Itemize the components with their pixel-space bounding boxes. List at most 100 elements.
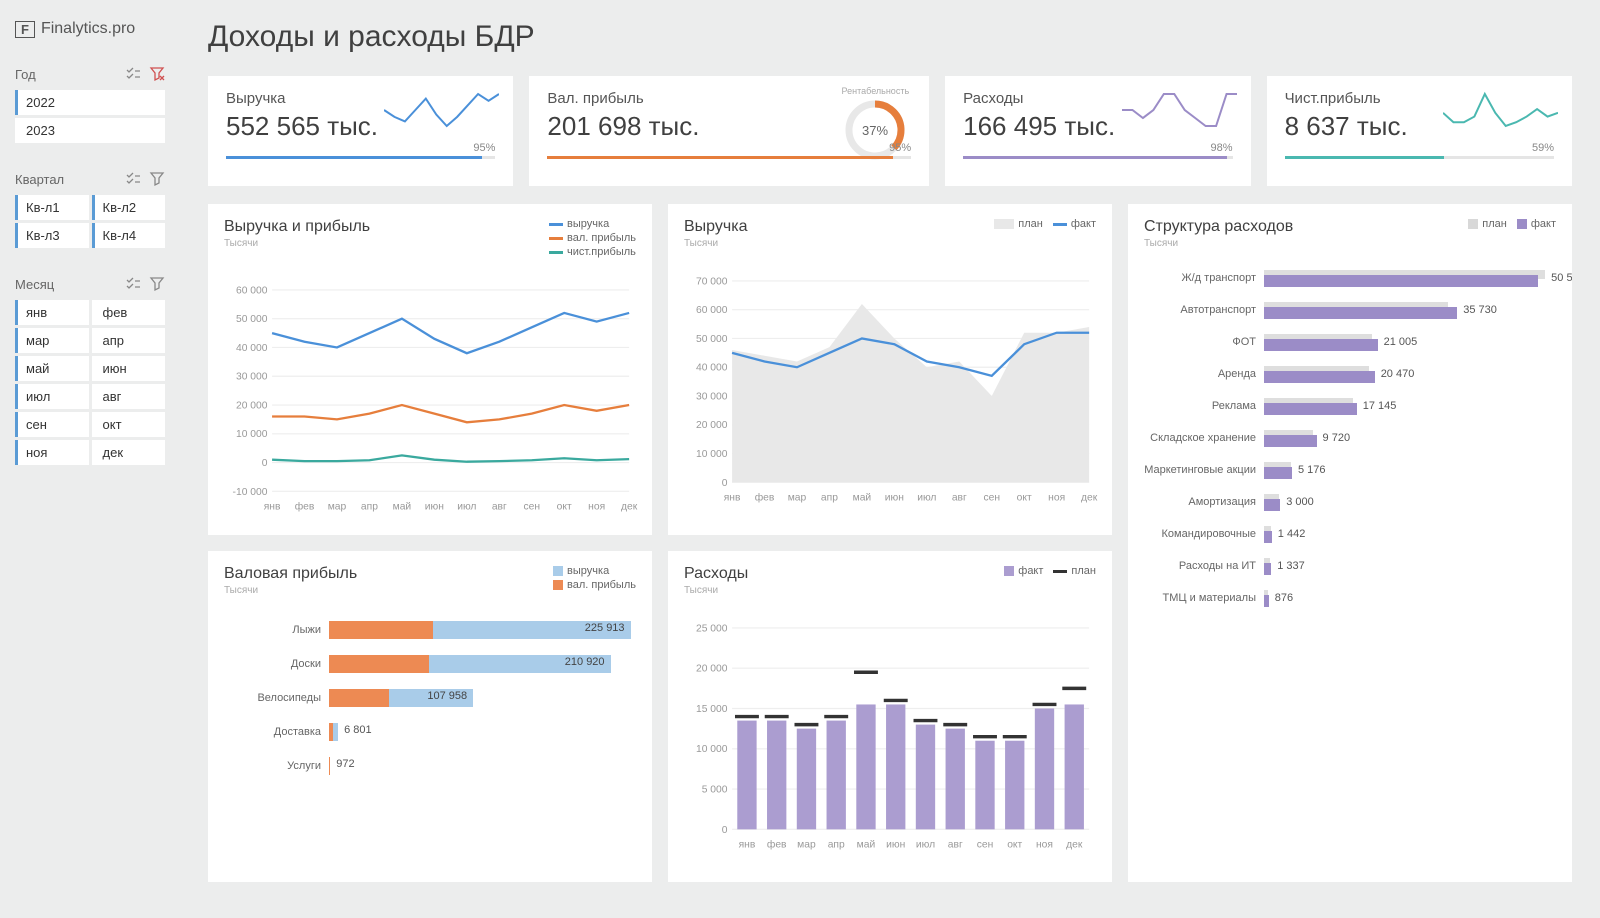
svg-text:янв: янв	[739, 840, 756, 851]
chart-title: Выручка и прибыль	[224, 218, 370, 236]
expense-row: Командировочные 1 442	[1144, 521, 1556, 547]
multiselect-icon[interactable]	[125, 276, 141, 292]
svg-text:40 000: 40 000	[236, 343, 268, 354]
svg-text:40 000: 40 000	[696, 363, 728, 374]
sidebar: F Finalytics.pro Год 20222023 Квартал	[0, 0, 180, 918]
kpi-donut: Рентабельность37%	[842, 86, 910, 167]
filter-item[interactable]: дек	[92, 440, 166, 465]
svg-text:ноя: ноя	[588, 502, 605, 513]
svg-text:5 000: 5 000	[702, 784, 728, 795]
filter-item[interactable]: Кв-л3	[15, 223, 89, 248]
filter-item[interactable]: фев	[92, 300, 166, 325]
svg-text:20 000: 20 000	[696, 420, 728, 431]
brand-icon: F	[15, 21, 35, 38]
svg-text:авг: авг	[492, 502, 507, 513]
svg-text:0: 0	[722, 478, 728, 489]
kpi-progress: 59%	[1285, 156, 1554, 159]
expense-row: Расходы на ИТ 1 337	[1144, 553, 1556, 579]
filter-item[interactable]: 2023	[15, 118, 165, 143]
charts-grid: Выручка и прибыль Тысячи выручкавал. прибы…	[208, 204, 1572, 882]
chart-title: Валовая прибыль	[224, 565, 357, 583]
filter-item[interactable]: апр	[92, 328, 166, 353]
filter-item[interactable]: Кв-л2	[92, 195, 166, 220]
svg-text:ноя: ноя	[1036, 840, 1053, 851]
filter-item[interactable]: окт	[92, 412, 166, 437]
filter-item[interactable]: мар	[15, 328, 89, 353]
main: Доходы и расходы БДР Выручка 552 565 тыс…	[180, 0, 1600, 918]
filter-item[interactable]: авг	[92, 384, 166, 409]
page-title: Доходы и расходы БДР	[208, 20, 1572, 54]
svg-text:сен: сен	[983, 493, 1000, 504]
svg-text:60 000: 60 000	[696, 305, 728, 316]
svg-text:70 000: 70 000	[696, 276, 728, 287]
chart-subtitle: Тысячи	[224, 238, 370, 249]
svg-text:мар: мар	[328, 502, 347, 513]
svg-text:окт: окт	[1017, 493, 1032, 504]
kpi-card: Чист.прибыль 8 637 тыс. 59%	[1267, 76, 1572, 186]
filter-item[interactable]: июл	[15, 384, 89, 409]
chart-legend: фактплан	[1004, 565, 1096, 577]
kpi-progress: 95%	[226, 156, 495, 159]
svg-text:60 000: 60 000	[236, 285, 268, 296]
filter-item[interactable]: 2022	[15, 90, 165, 115]
svg-text:июл: июл	[457, 502, 476, 513]
chart-title: Расходы	[684, 565, 748, 583]
filter-item[interactable]: май	[15, 356, 89, 381]
multiselect-icon[interactable]	[125, 171, 141, 187]
svg-text:20 000: 20 000	[236, 400, 268, 411]
svg-text:0: 0	[722, 825, 728, 836]
svg-text:янв: янв	[264, 502, 281, 513]
expense-row: Амортизация 3 000	[1144, 489, 1556, 515]
filter-item[interactable]: июн	[92, 356, 166, 381]
filter-item[interactable]: ноя	[15, 440, 89, 465]
expense-row: Складское хранение 9 720	[1144, 425, 1556, 451]
svg-text:20 000: 20 000	[696, 664, 728, 675]
svg-text:апр: апр	[821, 493, 838, 504]
expense-row: Маркетинговые акции 5 176	[1144, 457, 1556, 483]
expense-row: Автотранспорт 35 730	[1144, 297, 1556, 323]
svg-text:50 000: 50 000	[696, 334, 728, 345]
gross-profit-row: Лыжи 225 913	[224, 616, 636, 644]
gross-profit-row: Доски 210 920	[224, 650, 636, 678]
filter-item[interactable]: сен	[15, 412, 89, 437]
kpi-card: Расходы 166 495 тыс. 98%	[945, 76, 1250, 186]
clear-filter-icon[interactable]	[149, 276, 165, 292]
kpi-progress: 98%	[963, 156, 1232, 159]
svg-text:мар: мар	[788, 493, 807, 504]
svg-text:15 000: 15 000	[696, 704, 728, 715]
filter-item[interactable]: Кв-л4	[92, 223, 166, 248]
chart-legend: выручкавал. прибыльчист.прибыль	[549, 218, 636, 258]
kpi-sparkline	[384, 90, 499, 130]
chart-legend: планфакт	[994, 218, 1096, 230]
kpi-sparkline	[1443, 90, 1558, 130]
svg-text:окт: окт	[1007, 840, 1022, 851]
chart-expenses-monthly: РасходыТысячифактплан05 00010 00015 0002…	[668, 551, 1112, 882]
gross-profit-row: Услуги 972	[224, 752, 636, 780]
svg-text:фев: фев	[295, 501, 315, 513]
gross-profit-row: Велосипеды 107 958	[224, 684, 636, 712]
expense-row: Реклама 17 145	[1144, 393, 1556, 419]
filter-item[interactable]: янв	[15, 300, 89, 325]
chart-legend: планфакт	[1468, 218, 1556, 230]
clear-filter-icon[interactable]	[149, 66, 165, 82]
svg-text:апр: апр	[361, 502, 378, 513]
filter-item[interactable]: Кв-л1	[15, 195, 89, 220]
filter-month: Месяц янвфевмарапрмайиюниюлавгсеноктнояд…	[15, 276, 165, 465]
svg-text:дек: дек	[1081, 493, 1098, 504]
clear-filter-icon[interactable]	[149, 171, 165, 187]
svg-text:май: май	[857, 840, 876, 851]
multiselect-icon[interactable]	[125, 66, 141, 82]
svg-text:июн: июн	[885, 493, 904, 504]
expense-row: ФОТ 21 005	[1144, 329, 1556, 355]
brand-text: Finalytics.pro	[41, 20, 135, 38]
svg-text:30 000: 30 000	[236, 372, 268, 383]
svg-text:30 000: 30 000	[696, 391, 728, 402]
svg-text:дек: дек	[1066, 840, 1083, 851]
svg-text:10 000: 10 000	[696, 449, 728, 460]
svg-text:ноя: ноя	[1048, 493, 1065, 504]
svg-text:10 000: 10 000	[236, 429, 268, 440]
chart-title: Структура расходов	[1144, 218, 1293, 236]
svg-text:10 000: 10 000	[696, 744, 728, 755]
expense-row: Ж/д транспорт 50 595	[1144, 265, 1556, 291]
svg-text:сен: сен	[523, 502, 540, 513]
